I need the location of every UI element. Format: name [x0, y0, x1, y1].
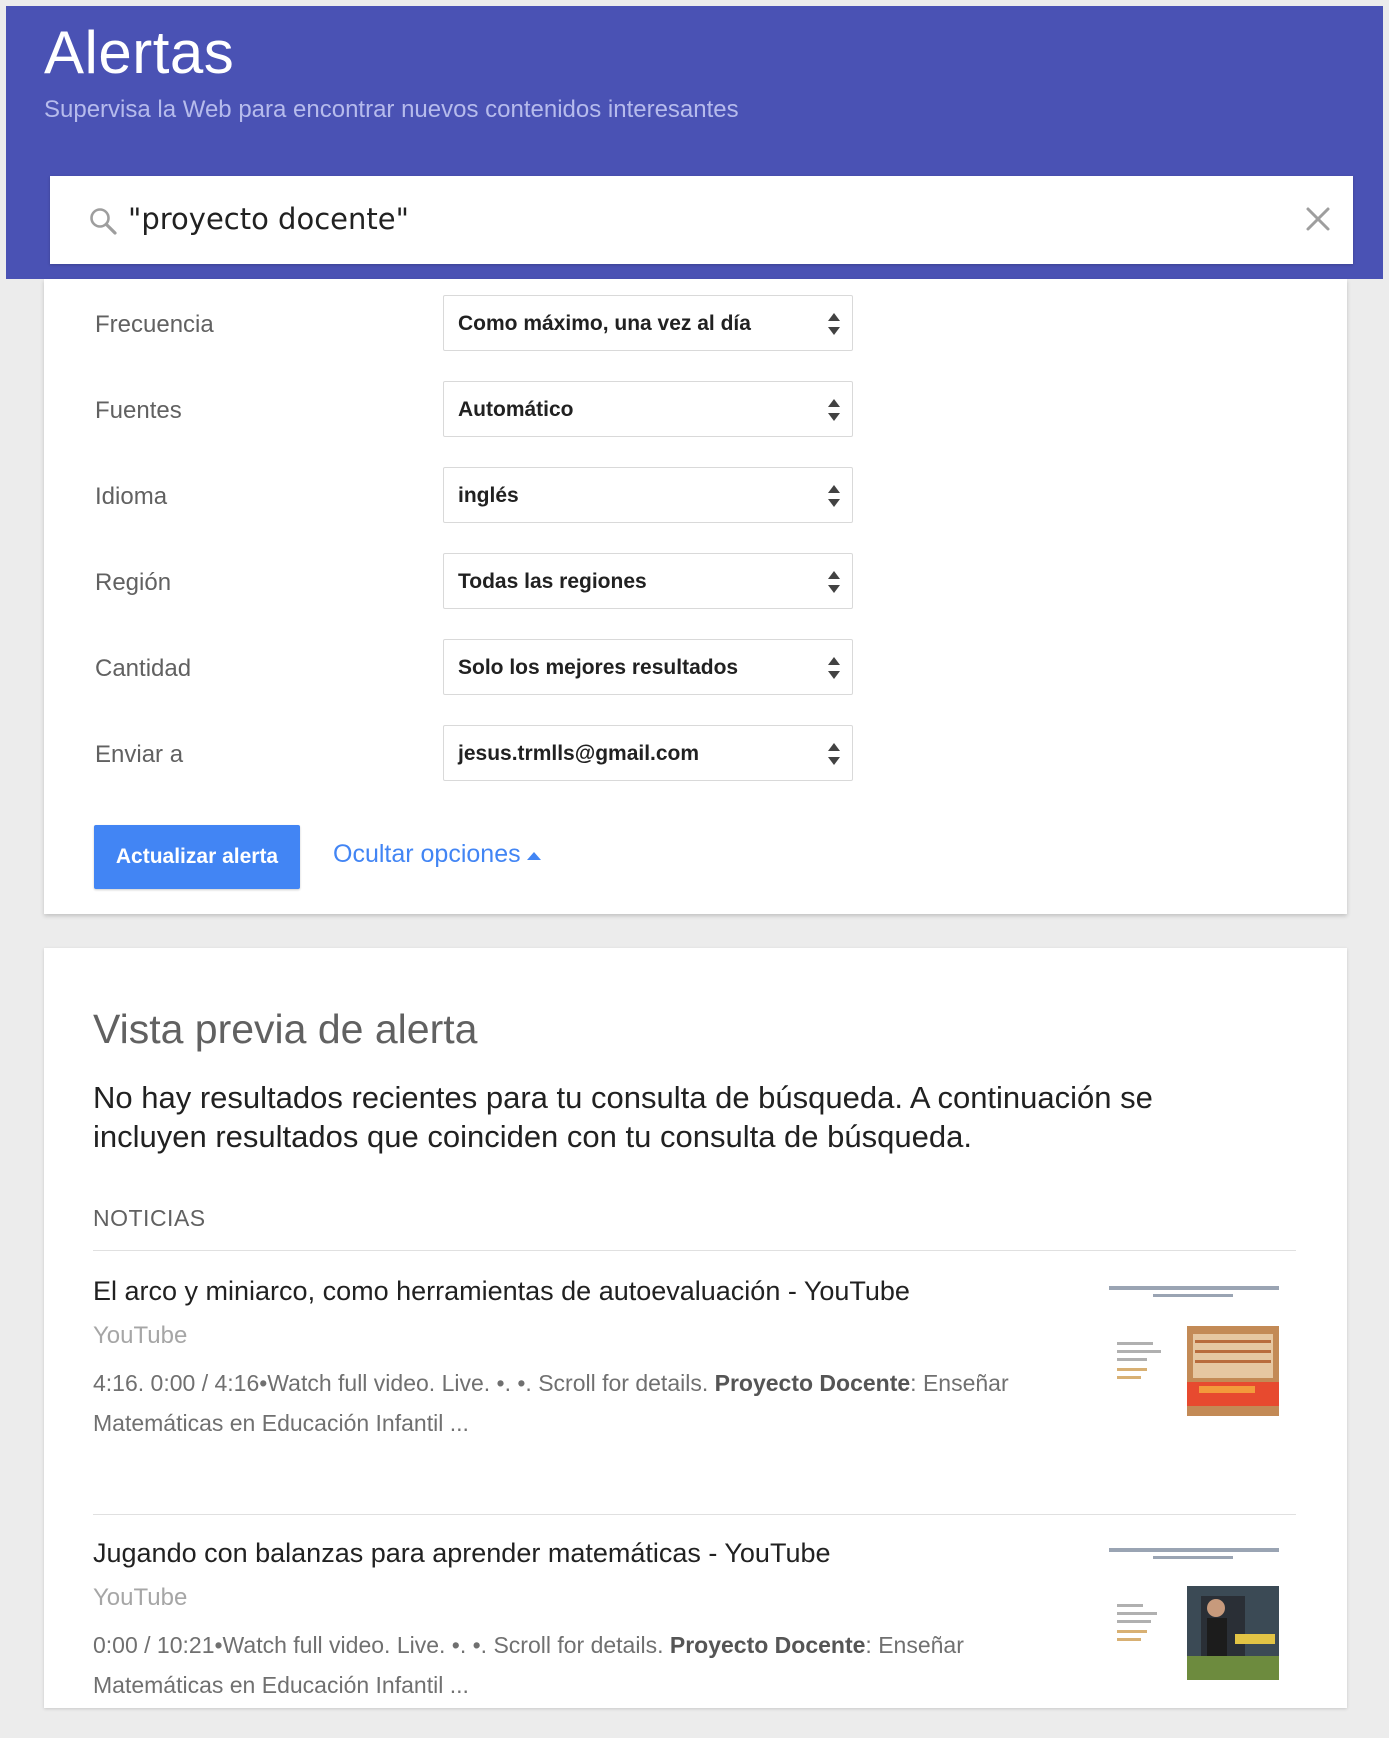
sort-icon	[828, 399, 840, 421]
option-row-language: Idioma inglés	[44, 467, 1347, 525]
search-box[interactable]	[50, 176, 1353, 264]
update-alert-button[interactable]: Actualizar alerta	[94, 825, 300, 889]
divider	[93, 1250, 1296, 1251]
search-icon	[90, 208, 117, 235]
frequency-select[interactable]: Como máximo, una vez al día	[443, 295, 853, 351]
preview-title: Vista previa de alerta	[93, 1006, 478, 1052]
result-source: YouTube	[93, 1322, 188, 1349]
video-thumbnail-image[interactable]	[1103, 1276, 1283, 1444]
no-results-message: No hay resultados recientes para tu cons…	[93, 1080, 1153, 1154]
option-row-region: Región Todas las regiones	[44, 553, 1347, 611]
option-row-deliver-to: Enviar a jesus.trmlls@gmail.com	[44, 725, 1347, 783]
option-label-quantity: Cantidad	[95, 655, 192, 682]
result-snippet: 0:00 / 10:21•Watch full video. Live. •. …	[93, 1632, 964, 1698]
deliver-to-select[interactable]: jesus.trmlls@gmail.com	[443, 725, 853, 781]
option-row-sources: Fuentes Automático	[44, 381, 1347, 439]
close-icon[interactable]	[1305, 206, 1331, 232]
frequency-select-value: Como máximo, una vez al día	[458, 312, 751, 335]
option-row-frequency: Frecuencia Como máximo, una vez al día	[44, 295, 1347, 353]
option-row-quantity: Cantidad Solo los mejores resultados	[44, 639, 1347, 697]
language-select-value: inglés	[458, 484, 519, 507]
result-title-link[interactable]: El arco y miniarco, como herramientas de…	[93, 1276, 910, 1307]
deliver-to-select-value: jesus.trmlls@gmail.com	[458, 742, 700, 765]
news-section-header: NOTICIAS	[93, 1205, 206, 1231]
option-label-frequency: Frecuencia	[95, 311, 214, 338]
sort-icon	[828, 657, 840, 679]
quantity-select-value: Solo los mejores resultados	[458, 656, 739, 679]
sort-icon	[828, 743, 840, 765]
result-source: YouTube	[93, 1584, 188, 1611]
caret-up-icon[interactable]	[526, 851, 542, 861]
divider	[93, 1514, 1296, 1515]
alert-options-panel: Frecuencia Como máximo, una vez al día F…	[44, 279, 1347, 914]
sort-icon	[828, 485, 840, 507]
option-label-language: Idioma	[95, 483, 168, 510]
app-subtitle: Supervisa la Web para encontrar nuevos c…	[44, 96, 739, 123]
video-thumbnail-image[interactable]	[1103, 1538, 1283, 1706]
result-snippet: 4:16. 0:00 / 4:16•Watch full video. Live…	[93, 1370, 1009, 1436]
language-select[interactable]: inglés	[443, 467, 853, 523]
search-input[interactable]	[128, 196, 1228, 242]
quantity-select[interactable]: Solo los mejores resultados	[443, 639, 853, 695]
result-title-link[interactable]: Jugando con balanzas para aprender matem…	[93, 1538, 831, 1569]
sort-icon	[828, 571, 840, 593]
option-label-sources: Fuentes	[95, 397, 182, 424]
hide-options-link[interactable]: Ocultar opciones	[333, 840, 521, 869]
header-bar: Alertas Supervisa la Web para encontrar …	[6, 6, 1383, 279]
result-item: Jugando con balanzas para aprender matem…	[93, 1538, 1296, 1738]
option-label-region: Región	[95, 569, 172, 596]
sort-icon	[828, 313, 840, 335]
region-select-value: Todas las regiones	[458, 570, 647, 593]
alert-preview-panel: Vista previa de alerta No hay resultados…	[44, 948, 1347, 1708]
app-title: Alertas	[44, 19, 235, 86]
sources-select[interactable]: Automático	[443, 381, 853, 437]
sources-select-value: Automático	[458, 398, 574, 421]
option-label-deliver-to: Enviar a	[95, 741, 184, 768]
result-item: El arco y miniarco, como herramientas de…	[93, 1276, 1296, 1476]
region-select[interactable]: Todas las regiones	[443, 553, 853, 609]
